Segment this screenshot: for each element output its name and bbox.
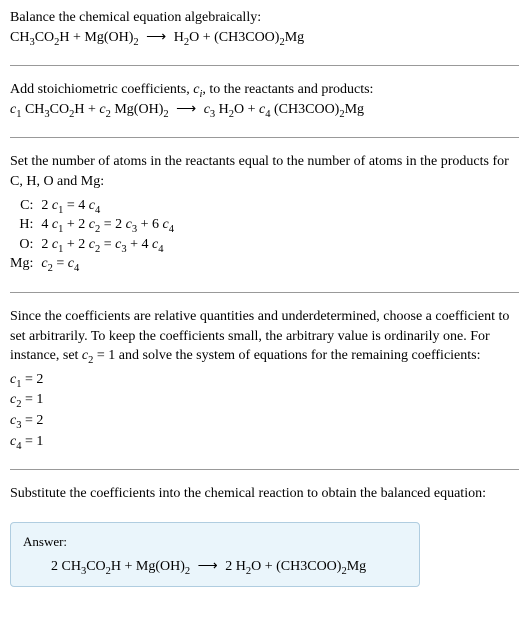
t: O + (CH3COO): [251, 559, 341, 574]
eq-row-h: H: 4 c1 + 2 c2 = 2 c3 + 6 c4: [10, 215, 174, 235]
subscript: 2: [133, 36, 138, 47]
section-intro: Balance the chemical equation algebraica…: [10, 8, 519, 47]
t: 2: [41, 198, 52, 213]
coef-c2: c2 = 1: [10, 390, 519, 410]
text: , to the reactants and products:: [202, 82, 373, 97]
text: Add stoichiometric coefficients,: [10, 82, 193, 97]
eq-value: 2 c1 + 2 c2 = c3 + 4 c4: [41, 235, 174, 255]
eq-text: H: [215, 102, 229, 117]
coef-c1: c1 = 2: [10, 370, 519, 390]
atom-equations: C: 2 c1 = 4 c4 H: 4 c1 + 2 c2 = 2 c3 + 6…: [10, 196, 174, 274]
text: = 1 and solve the system of equations fo…: [93, 348, 480, 363]
arrow-icon: ⟶: [146, 28, 166, 48]
section-substitute: Substitute the coefficients into the che…: [10, 484, 519, 504]
substitute-text: Substitute the coefficients into the che…: [10, 484, 519, 504]
t: = 2: [100, 217, 125, 232]
eq-text: (CH3COO): [271, 102, 340, 117]
t: + 6: [137, 217, 162, 232]
section-stoich: Add stoichiometric coefficients, ci, to …: [10, 80, 519, 119]
t: 2 H: [225, 559, 246, 574]
atoms-intro: Set the number of atoms in the reactants…: [10, 152, 519, 191]
section-solve: Since the coefficients are relative quan…: [10, 307, 519, 451]
coefficient-values: c1 = 2 c2 = 1 c3 = 2 c4 = 1: [10, 370, 519, 451]
eq-text: H: [174, 30, 184, 45]
t: + 4: [127, 237, 152, 252]
t: 2 CH: [51, 559, 81, 574]
t: + 2: [63, 237, 88, 252]
s: 4: [74, 263, 79, 274]
s: 4: [158, 244, 163, 255]
eq-text: Mg: [285, 30, 304, 45]
eq-row-mg: Mg: c2 = c4: [10, 254, 174, 274]
coef-c3: c3 = 2: [10, 411, 519, 431]
t: = 4: [63, 198, 88, 213]
solve-intro: Since the coefficients are relative quan…: [10, 307, 519, 366]
eq-text: CH: [21, 102, 44, 117]
eq-text: CH: [10, 30, 29, 45]
t: Mg: [347, 559, 366, 574]
eq-label: O:: [10, 235, 41, 255]
unbalanced-equation: CH3CO2H + Mg(OH)2 ⟶ H2O + (CH3COO)2Mg: [10, 28, 519, 48]
stoich-equation: c1 CH3CO2H + c2 Mg(OH)2 ⟶ c3 H2O + c4 (C…: [10, 100, 519, 120]
t: 4: [41, 217, 52, 232]
t: =: [53, 256, 68, 271]
answer-box: Answer: 2 CH3CO2H + Mg(OH)2 ⟶ 2 H2O + (C…: [10, 522, 420, 588]
t: + 2: [63, 217, 88, 232]
coef-c4: c4 = 1: [10, 432, 519, 452]
s: 4: [95, 204, 100, 215]
v: = 2: [21, 372, 43, 387]
t: =: [100, 237, 115, 252]
divider: [10, 65, 519, 66]
eq-text: O +: [234, 102, 259, 117]
arrow-icon: ⟶: [176, 100, 196, 120]
eq-label: C:: [10, 196, 41, 216]
arrow-icon: ⟶: [198, 557, 218, 577]
section-atoms: Set the number of atoms in the reactants…: [10, 152, 519, 274]
eq-text: CO: [35, 30, 54, 45]
eq-value: c2 = c4: [41, 254, 174, 274]
t: CO: [86, 559, 105, 574]
divider: [10, 292, 519, 293]
divider: [10, 137, 519, 138]
subscript: 2: [163, 109, 168, 120]
v: = 1: [21, 434, 43, 449]
eq-text: O + (CH3COO): [189, 30, 279, 45]
s: 4: [169, 224, 174, 235]
eq-label: Mg:: [10, 254, 41, 274]
stoich-intro: Add stoichiometric coefficients, ci, to …: [10, 80, 519, 100]
t: H + Mg(OH): [111, 559, 185, 574]
eq-value: 4 c1 + 2 c2 = 2 c3 + 6 c4: [41, 215, 174, 235]
eq-text: H +: [74, 102, 99, 117]
s: 2: [185, 566, 190, 577]
eq-value: 2 c1 = 4 c4: [41, 196, 174, 216]
v: = 1: [21, 392, 43, 407]
t: 2: [41, 237, 52, 252]
eq-row-c: C: 2 c1 = 4 c4: [10, 196, 174, 216]
eq-text: Mg(OH): [111, 102, 164, 117]
v: = 2: [21, 413, 43, 428]
eq-text: H + Mg(OH): [59, 30, 133, 45]
eq-label: H:: [10, 215, 41, 235]
balanced-equation: 2 CH3CO2H + Mg(OH)2 ⟶ 2 H2O + (CH3COO)2M…: [23, 557, 407, 577]
intro-line: Balance the chemical equation algebraica…: [10, 8, 519, 28]
answer-label: Answer:: [23, 533, 407, 551]
eq-text: Mg: [345, 102, 364, 117]
divider: [10, 469, 519, 470]
eq-row-o: O: 2 c1 + 2 c2 = c3 + 4 c4: [10, 235, 174, 255]
eq-text: CO: [50, 102, 69, 117]
